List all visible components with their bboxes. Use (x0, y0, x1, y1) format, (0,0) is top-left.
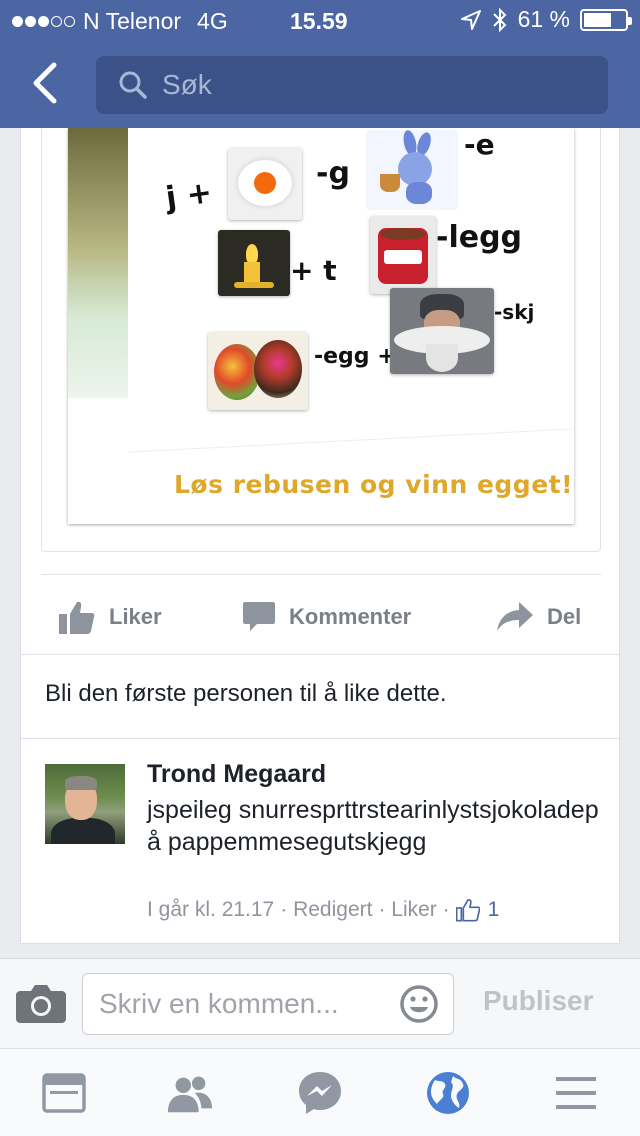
divider (41, 574, 601, 575)
background-object (68, 128, 128, 398)
bunny-picture (366, 129, 458, 210)
share-label: Del (547, 604, 582, 629)
rebus-text: -g (316, 156, 350, 191)
messenger-icon (299, 1072, 341, 1114)
tab-notifications[interactable] (424, 1069, 472, 1117)
rebus-text: + t (290, 254, 337, 287)
tab-friend-requests[interactable] (166, 1069, 214, 1117)
clock: 15.59 (290, 8, 348, 34)
like-button[interactable]: Liker (59, 580, 162, 654)
comment-text: jspeileg snurresprttrstearinlystsjokolad… (147, 796, 599, 856)
rebus-caption: Løs rebusen og vinn egget! (174, 470, 573, 499)
signal-strength-icon (12, 16, 75, 27)
thumbs-up-icon (455, 899, 480, 922)
tab-messenger[interactable] (296, 1069, 344, 1117)
avatar[interactable] (45, 764, 125, 844)
search-bar[interactable]: Søk (96, 56, 608, 114)
comment-composer: Skriv en kommen... Publiser (0, 958, 640, 1048)
post-card: j + -g -e + t -legg -egg + -skj Løs rebu… (20, 128, 621, 944)
rebus-text: -e (464, 128, 495, 161)
candle-picture (218, 230, 290, 296)
rebus-image: j + -g -e + t -legg -egg + -skj Løs rebu… (68, 128, 574, 524)
comment-bubble-icon (243, 602, 275, 631)
tab-news-feed[interactable] (40, 1069, 88, 1117)
smiley-icon (400, 985, 438, 1023)
comment-like-link[interactable]: · Liker · (378, 898, 449, 922)
comment-like-count[interactable]: 1 (455, 898, 499, 922)
easter-candy-picture (208, 332, 308, 410)
rebus-text: -egg + (314, 344, 396, 369)
news-feed-icon (42, 1073, 86, 1113)
rebus-text: -legg (436, 220, 523, 255)
comment-author[interactable]: Trond Megaard (147, 760, 326, 789)
facebook-app: N Telenor 4G 15.59 61 % Søk j + -g -e + … (0, 0, 640, 1136)
divider (21, 654, 621, 655)
bluetooth-icon (492, 7, 506, 32)
thumbs-up-icon (59, 601, 95, 634)
comment-button[interactable]: Kommenter (243, 580, 411, 654)
search-placeholder: Søk (162, 69, 212, 100)
globe-icon (427, 1072, 469, 1114)
menu-icon (556, 1077, 596, 1109)
location-arrow-icon (460, 9, 481, 30)
tab-more[interactable] (552, 1069, 600, 1117)
friends-icon (167, 1076, 213, 1113)
rebus-text: j + (163, 174, 215, 217)
battery-percentage: 61 % (517, 6, 570, 32)
comment-item: Trond Megaard jspeileg snurresprttrstear… (21, 740, 621, 944)
battery-icon (580, 8, 632, 31)
network-type: 4G (197, 8, 228, 34)
mustache-man-picture (390, 288, 494, 374)
chocolate-spread-picture (370, 216, 436, 294)
egg-picture (228, 148, 302, 220)
comment-label: Kommenter (289, 604, 412, 629)
divider (21, 738, 621, 739)
comment-input-placeholder: Skriv en kommen... (99, 988, 339, 1019)
comment-meta: I går kl. 21.17 · Redigert · Liker · 1 (147, 898, 499, 922)
rebus-text: -skj (494, 300, 535, 324)
share-arrow-icon (497, 602, 533, 631)
comment-input[interactable]: Skriv en kommen... (82, 973, 454, 1035)
carrier-label: N Telenor (83, 8, 182, 34)
like-label: Liker (109, 604, 162, 629)
comment-timestamp[interactable]: I går kl. 21.17 (147, 898, 274, 922)
chevron-left-icon (33, 62, 57, 104)
camera-button[interactable] (16, 983, 66, 1023)
share-button[interactable]: Del (497, 580, 581, 654)
navigation-bar: Søk (0, 40, 640, 128)
tab-bar (0, 1048, 640, 1136)
emoji-button[interactable] (399, 984, 439, 1024)
post-actions: Liker Kommenter Del (21, 580, 621, 654)
camera-icon (16, 985, 66, 1023)
feed[interactable]: j + -g -e + t -legg -egg + -skj Løs rebu… (0, 128, 640, 958)
publish-button[interactable]: Publiser (483, 985, 593, 1017)
comment-edited-link[interactable]: · Redigert (280, 898, 372, 922)
post-image-frame[interactable]: j + -g -e + t -legg -egg + -skj Løs rebu… (41, 128, 601, 552)
back-button[interactable] (22, 58, 66, 108)
status-bar: N Telenor 4G 15.59 61 % (0, 0, 640, 40)
likes-summary: Bli den første personen til å like dette… (45, 680, 447, 707)
top-bar: N Telenor 4G 15.59 61 % Søk (0, 0, 640, 128)
search-icon (119, 71, 147, 99)
